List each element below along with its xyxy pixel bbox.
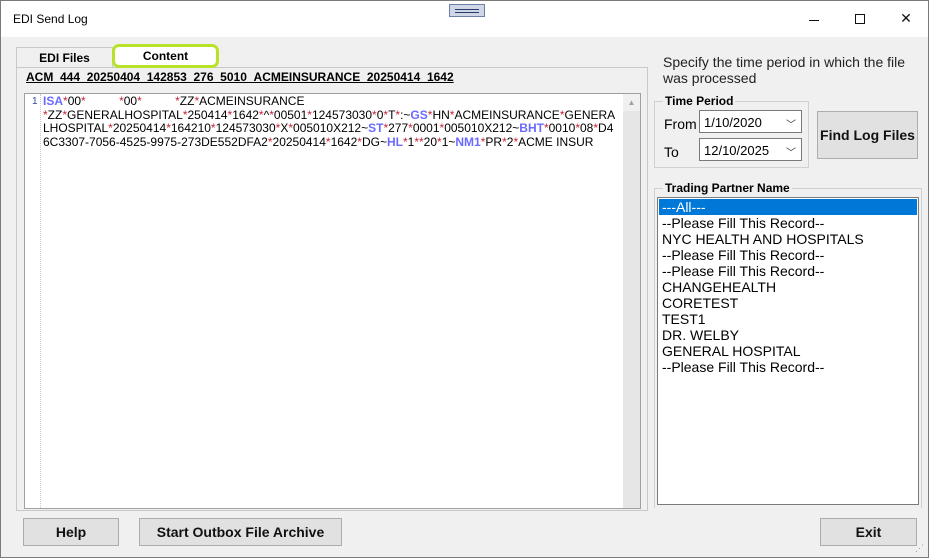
list-item[interactable]: ---All--- xyxy=(659,199,917,215)
code-line: 6C3307-7056-4525-9975-273DE552DFA2*20250… xyxy=(43,134,594,149)
chevron-down-icon[interactable]: ﹀ xyxy=(786,144,796,159)
list-item[interactable]: CORETEST xyxy=(659,295,917,311)
code-line: LHOSPITAL*20250414*164210*124573030*X*00… xyxy=(43,121,614,136)
list-item[interactable]: --Please Fill This Record-- xyxy=(659,215,917,231)
tab-edi-files[interactable]: EDI Files xyxy=(16,47,113,67)
tab-content-label: Content xyxy=(142,49,189,63)
code-line: *ZZ*GENERALHOSPITAL*250414*1642*^*00501*… xyxy=(43,107,616,122)
trading-partner-list[interactable]: ---All--- --Please Fill This Record-- NYC … xyxy=(657,197,919,505)
list-item[interactable]: TEST1 xyxy=(659,311,917,327)
line-number-gutter: 1 xyxy=(25,94,41,508)
scrollbar-track[interactable] xyxy=(623,111,640,508)
from-date-value: 1/10/2020 xyxy=(704,115,762,130)
title-bar[interactable]: EDI Send Log ✕ xyxy=(1,1,928,37)
scroll-up-arrow-icon[interactable]: ▲ xyxy=(623,94,640,111)
time-period-instructions: Specify the time period in which the fil… xyxy=(663,54,906,86)
list-item[interactable]: NYC HEALTH AND HOSPITALS xyxy=(659,231,917,247)
line-number: 1 xyxy=(32,96,38,107)
to-label: To xyxy=(664,144,679,160)
file-name-heading: ACM_444_20250404_142853_276_5010_ACMEINS… xyxy=(26,70,454,84)
minimize-button[interactable] xyxy=(791,1,837,37)
help-button[interactable]: Help xyxy=(23,518,119,546)
list-item[interactable]: --Please Fill This Record-- xyxy=(659,247,917,263)
edi-content-text: ISA*00* *00* *ZZ*ACMEINSURANCE *ZZ*GENER… xyxy=(43,94,623,149)
find-log-files-button[interactable]: Find Log Files xyxy=(817,111,918,159)
drag-handle-icon[interactable] xyxy=(449,4,485,17)
tab-content[interactable]: Content xyxy=(112,44,219,68)
trading-partner-label: Trading Partner Name xyxy=(663,181,792,195)
from-label: From xyxy=(664,116,697,132)
maximize-icon xyxy=(855,14,865,24)
edi-content-editor[interactable]: 1 ISA*00* *00* *ZZ*ACMEINSURANCE *ZZ*GEN… xyxy=(24,93,641,509)
window-title: EDI Send Log xyxy=(13,12,88,26)
maximize-button[interactable] xyxy=(837,1,883,37)
start-outbox-archive-button[interactable]: Start Outbox File Archive xyxy=(139,518,342,546)
code-line: ISA*00* *00* *ZZ*ACMEINSURANCE xyxy=(43,94,305,108)
time-period-label: Time Period xyxy=(663,94,736,108)
minimize-icon xyxy=(809,19,819,21)
list-item[interactable]: GENERAL HOSPITAL xyxy=(659,343,917,359)
close-button[interactable]: ✕ xyxy=(883,1,929,37)
tab-edi-files-label: EDI Files xyxy=(39,50,90,65)
from-date-picker[interactable]: 1/10/2020 ﹀ xyxy=(699,110,802,133)
to-date-value: 12/10/2025 xyxy=(704,143,770,158)
list-item[interactable]: CHANGEHEALTH xyxy=(659,279,917,295)
list-item[interactable]: --Please Fill This Record-- xyxy=(659,263,917,279)
list-item[interactable]: DR. WELBY xyxy=(659,327,917,343)
chevron-down-icon[interactable]: ﹀ xyxy=(786,116,796,131)
resize-grip-icon[interactable]: ⋰ xyxy=(915,544,927,557)
to-date-picker[interactable]: 12/10/2025 ﹀ xyxy=(699,138,802,161)
exit-button[interactable]: Exit xyxy=(820,518,917,546)
list-item[interactable]: --Please Fill This Record-- xyxy=(659,359,917,375)
edi-send-log-window: EDI Send Log ✕ EDI Files Content ACM_444… xyxy=(0,0,929,558)
vertical-scrollbar[interactable]: ▲ xyxy=(623,94,640,508)
close-icon: ✕ xyxy=(900,11,912,27)
